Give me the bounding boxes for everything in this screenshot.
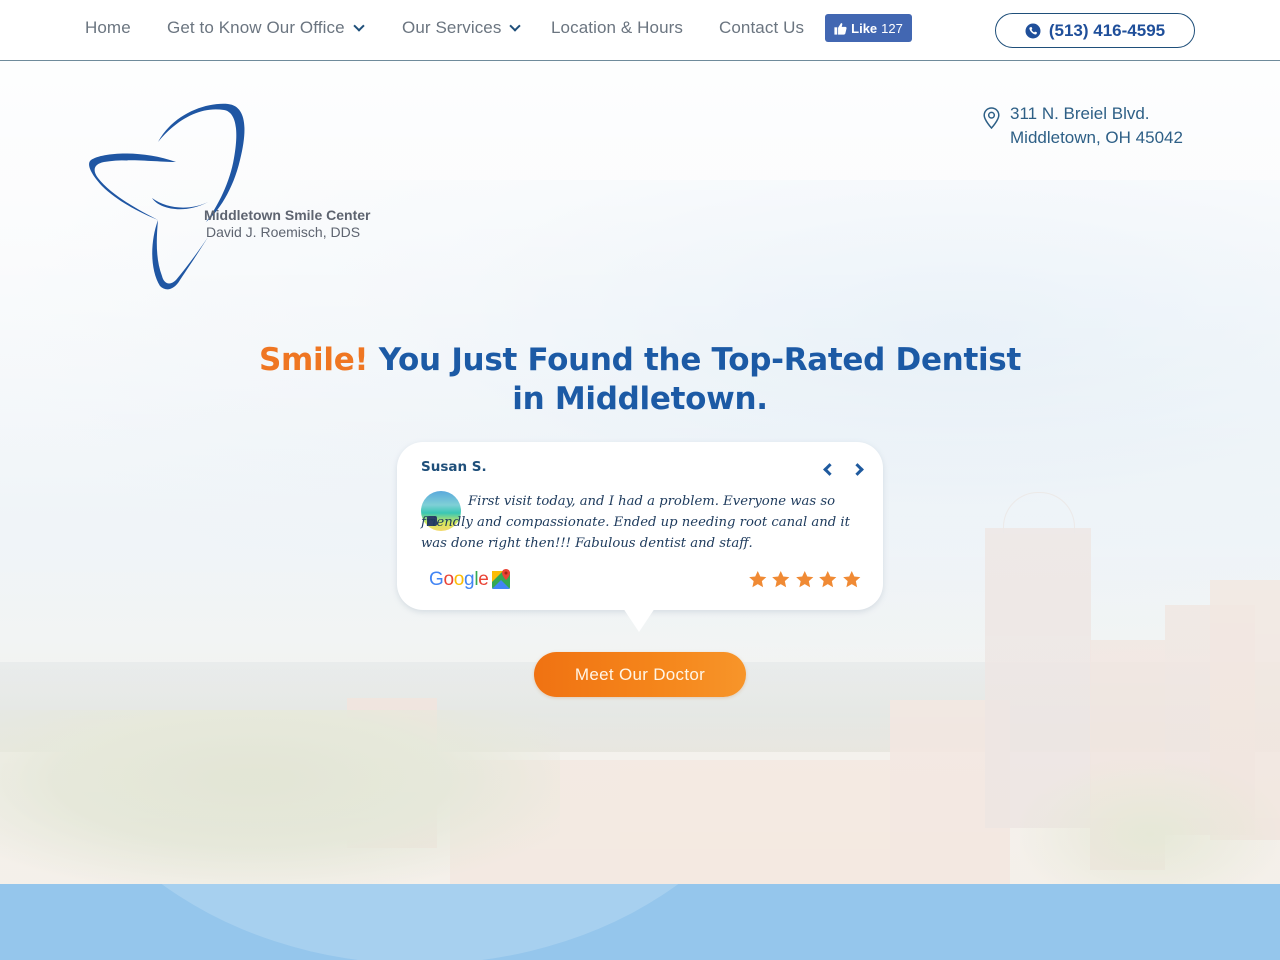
google-source-logo: Google [429,568,513,591]
nav-services-label: Our Services [402,18,502,37]
top-navigation: Home Get to Know Our Office Our Services… [0,0,1280,61]
star-rating [748,570,862,589]
next-review-button[interactable] [850,460,867,478]
headline-accent: Smile! [259,342,369,378]
hero-headline: Smile! You Just Found the Top-Rated Dent… [240,341,1040,419]
nav-home[interactable]: Home [85,17,131,39]
meet-our-doctor-button[interactable]: Meet Our Doctor [534,652,746,697]
review-carousel-controls [819,460,867,478]
star-icon [772,571,790,588]
phone-call-button[interactable]: (513) 416-4595 [995,13,1195,48]
review-text: First visit today, and I had a problem. … [421,494,850,551]
star-icon [842,571,860,588]
phone-icon [1025,23,1041,38]
nav-location-hours[interactable]: Location & Hours [551,17,683,39]
chevron-down-icon [509,19,522,32]
speech-bubble-tail [623,608,655,632]
logo-subtitle: David J. Roemisch, DDS [206,224,361,240]
logo-title: Middletown Smile Center [204,207,371,223]
nav-our-services[interactable]: Our Services [402,17,522,39]
nav-contact-us[interactable]: Contact Us [719,17,804,39]
phone-number: (513) 416-4595 [1048,20,1166,40]
avatar-indent [421,504,468,505]
practice-logo[interactable]: Middletown Smile Center David J. Roemisc… [88,102,388,294]
chevron-right-icon [850,462,864,476]
nav-office-label: Get to Know Our Office [167,18,345,37]
chevron-down-icon [352,19,365,32]
reviewer-name: Susan S. [421,459,487,475]
star-icon [819,571,837,588]
facebook-like-button[interactable]: Like 127 [825,14,912,42]
next-section-band [0,884,1280,960]
star-icon [748,571,766,588]
map-pin-icon [983,107,1000,129]
headline-text: You Just Found the Top-Rated Dentist in … [368,342,1022,417]
nav-location-label: Location & Hours [551,18,684,37]
thumbs-up-icon [834,22,847,35]
nav-get-to-know-our-office[interactable]: Get to Know Our Office [167,17,365,39]
decorative-arc [40,884,800,960]
previous-review-button[interactable] [819,460,836,478]
chevron-left-icon [822,462,836,476]
address-line-2: Middletown, OH 45042 [1010,128,1183,147]
nav-contact-label: Contact Us [719,18,805,37]
star-icon [795,571,813,588]
like-label: Like [851,20,878,36]
nav-home-label: Home [85,18,131,37]
address-line-1: 311 N. Breiel Blvd. [1010,104,1150,123]
google-maps-icon [491,568,510,589]
review-card: Susan S. First visit today, and I had a … [397,442,883,632]
tooth-logo-icon [89,103,245,290]
like-count: 127 [881,20,903,36]
review-text-block: First visit today, and I had a problem. … [421,491,861,554]
